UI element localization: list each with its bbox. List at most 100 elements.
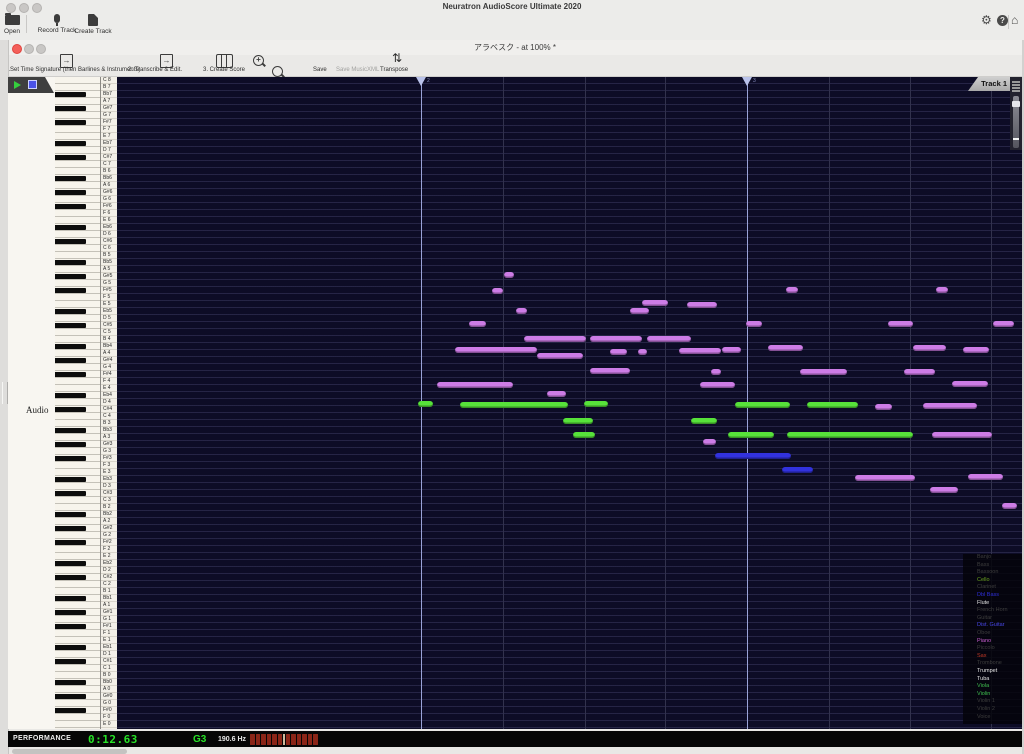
piano-key-E4[interactable] [55, 385, 100, 392]
piano-key-F#4[interactable] [55, 371, 100, 378]
piano-key-D1[interactable] [55, 651, 100, 658]
piano-key-G#3[interactable] [55, 441, 100, 448]
note-bar-green[interactable] [573, 432, 595, 438]
instrument-item-cello[interactable]: Cello [963, 577, 1022, 585]
piano-key-Bb3[interactable] [55, 427, 100, 434]
piano-key-Bb0[interactable] [55, 679, 100, 686]
piano-key-F7[interactable] [55, 126, 100, 133]
piano-key-B2[interactable] [55, 504, 100, 511]
note-bar-pink[interactable] [642, 300, 668, 306]
piano-key-A0[interactable] [55, 686, 100, 693]
piano-key-Bb4[interactable] [55, 343, 100, 350]
instrument-item-bass[interactable]: Bass [963, 562, 1022, 570]
horizontal-scrollbar-thumb[interactable] [12, 749, 127, 754]
note-bar-pink[interactable] [963, 347, 989, 353]
piano-key-C#1[interactable] [55, 658, 100, 665]
grip-line[interactable] [1012, 84, 1020, 86]
note-bar-pink[interactable] [1002, 503, 1017, 509]
note-bar-pink[interactable] [437, 382, 513, 388]
home-button[interactable]: ⌂ [1011, 13, 1018, 27]
note-bar-pink[interactable] [524, 336, 586, 342]
barline-marker[interactable] [742, 77, 752, 86]
transcribe-edit-button[interactable]: → [160, 54, 173, 68]
instrument-item-sax[interactable]: Sax [963, 653, 1022, 661]
note-bar-pink[interactable] [679, 348, 721, 354]
note-bar-pink[interactable] [888, 321, 913, 327]
note-bar-pink[interactable] [913, 345, 946, 351]
piano-key-C6[interactable] [55, 245, 100, 252]
note-bar-pink[interactable] [469, 321, 486, 327]
piano-key-A1[interactable] [55, 602, 100, 609]
note-bar-green[interactable] [460, 402, 568, 408]
piano-key-D2[interactable] [55, 567, 100, 574]
instrument-item-piano[interactable]: Piano [963, 638, 1022, 646]
note-bar-pink[interactable] [722, 347, 741, 353]
piano-key-F0[interactable] [55, 714, 100, 721]
piano-key-D6[interactable] [55, 231, 100, 238]
piano-key-B6[interactable] [55, 168, 100, 175]
piano-key-E6[interactable] [55, 217, 100, 224]
set-time-signature-button[interactable]: → [60, 54, 73, 68]
piano-key-F#7[interactable] [55, 119, 100, 126]
piano-key-B4[interactable] [55, 336, 100, 343]
note-bar-pink[interactable] [875, 404, 892, 410]
piano-roll-canvas[interactable]: 23 [117, 77, 1022, 729]
piano-key-F4[interactable] [55, 378, 100, 385]
piano-key-F2[interactable] [55, 546, 100, 553]
piano-key-A7[interactable] [55, 98, 100, 105]
note-bar-pink[interactable] [711, 369, 721, 375]
create-track-button[interactable]: Create Track [62, 13, 124, 35]
instrument-item-guitar[interactable]: Guitar [963, 615, 1022, 623]
note-bar-pink[interactable] [968, 474, 1003, 480]
note-bar-pink[interactable] [932, 432, 992, 438]
grip-line[interactable] [1012, 87, 1020, 89]
doc-minimize-button[interactable] [24, 43, 34, 54]
piano-key-D3[interactable] [55, 483, 100, 490]
note-bar-pink[interactable] [746, 321, 762, 327]
note-bar-pink[interactable] [504, 272, 514, 278]
note-bar-green[interactable] [563, 418, 593, 424]
piano-key-E0[interactable] [55, 721, 100, 728]
note-bar-green[interactable] [735, 402, 790, 408]
note-bar-pink[interactable] [590, 336, 642, 342]
piano-key-C3[interactable] [55, 497, 100, 504]
piano-key-C5[interactable] [55, 329, 100, 336]
piano-key-C#5[interactable] [55, 322, 100, 329]
instrument-item-banjo[interactable]: Banjo [963, 554, 1022, 562]
instrument-item-trumpet[interactable]: Trumpet [963, 668, 1022, 676]
piano-key-F#0[interactable] [55, 707, 100, 714]
piano-key-G#1[interactable] [55, 609, 100, 616]
instrument-item-tuba[interactable]: Tuba [963, 676, 1022, 684]
note-bar-pink[interactable] [610, 349, 627, 355]
note-bar-pink[interactable] [786, 287, 798, 293]
piano-key-G4[interactable] [55, 364, 100, 371]
piano-key-C#2[interactable] [55, 574, 100, 581]
piano-key-G0[interactable] [55, 700, 100, 707]
piano-key-F#2[interactable] [55, 539, 100, 546]
piano-key-F5[interactable] [55, 294, 100, 301]
piano-key-A3[interactable] [55, 434, 100, 441]
grip-line[interactable] [1012, 81, 1020, 83]
note-bar-pink[interactable] [800, 369, 847, 375]
piano-key-E1[interactable] [55, 637, 100, 644]
instrument-item-dist-guitar[interactable]: Dist. Guitar [963, 622, 1022, 630]
piano-key-F6[interactable] [55, 210, 100, 217]
note-bar-pink[interactable] [855, 475, 915, 481]
piano-key-A6[interactable] [55, 182, 100, 189]
doc-close-button[interactable] [12, 43, 22, 54]
piano-key-C1[interactable] [55, 665, 100, 672]
note-bar-green[interactable] [584, 401, 608, 407]
instrument-item-violin-1[interactable]: Violin 1 [963, 698, 1022, 706]
piano-key-A5[interactable] [55, 266, 100, 273]
piano-key-Bb5[interactable] [55, 259, 100, 266]
piano-key-E5[interactable] [55, 301, 100, 308]
note-bar-pink[interactable] [687, 302, 717, 308]
piano-key-G2[interactable] [55, 532, 100, 539]
piano-key-Eb6[interactable] [55, 224, 100, 231]
settings-button[interactable]: ⚙ [981, 13, 992, 27]
piano-key-E7[interactable] [55, 133, 100, 140]
open-button[interactable]: Open [2, 13, 22, 35]
doc-zoom-button[interactable] [36, 43, 46, 54]
instrument-item-piccolo[interactable]: Piccolo [963, 645, 1022, 653]
piano-key-F3[interactable] [55, 462, 100, 469]
